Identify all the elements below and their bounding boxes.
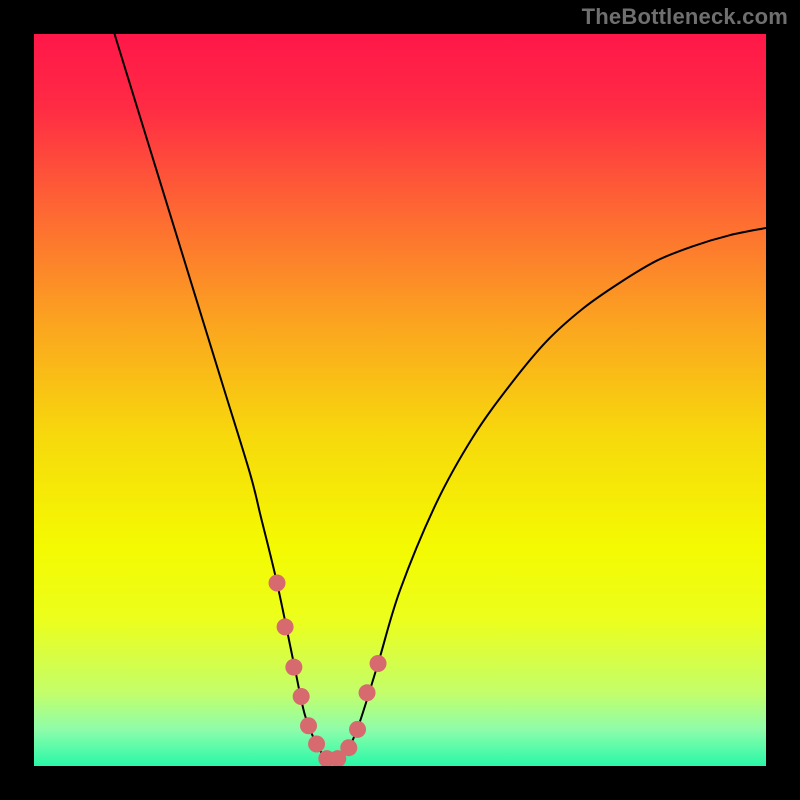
data-marker [308, 736, 325, 753]
data-marker [300, 717, 317, 734]
plot-background [34, 34, 766, 766]
data-marker [285, 659, 302, 676]
data-marker [349, 721, 366, 738]
data-marker [340, 739, 357, 756]
data-marker [370, 655, 387, 672]
data-marker [359, 684, 376, 701]
data-marker [277, 618, 294, 635]
data-marker [269, 575, 286, 592]
data-marker [293, 688, 310, 705]
watermark-text: TheBottleneck.com [582, 4, 788, 30]
bottleneck-chart [34, 34, 766, 766]
chart-container: TheBottleneck.com [0, 0, 800, 800]
